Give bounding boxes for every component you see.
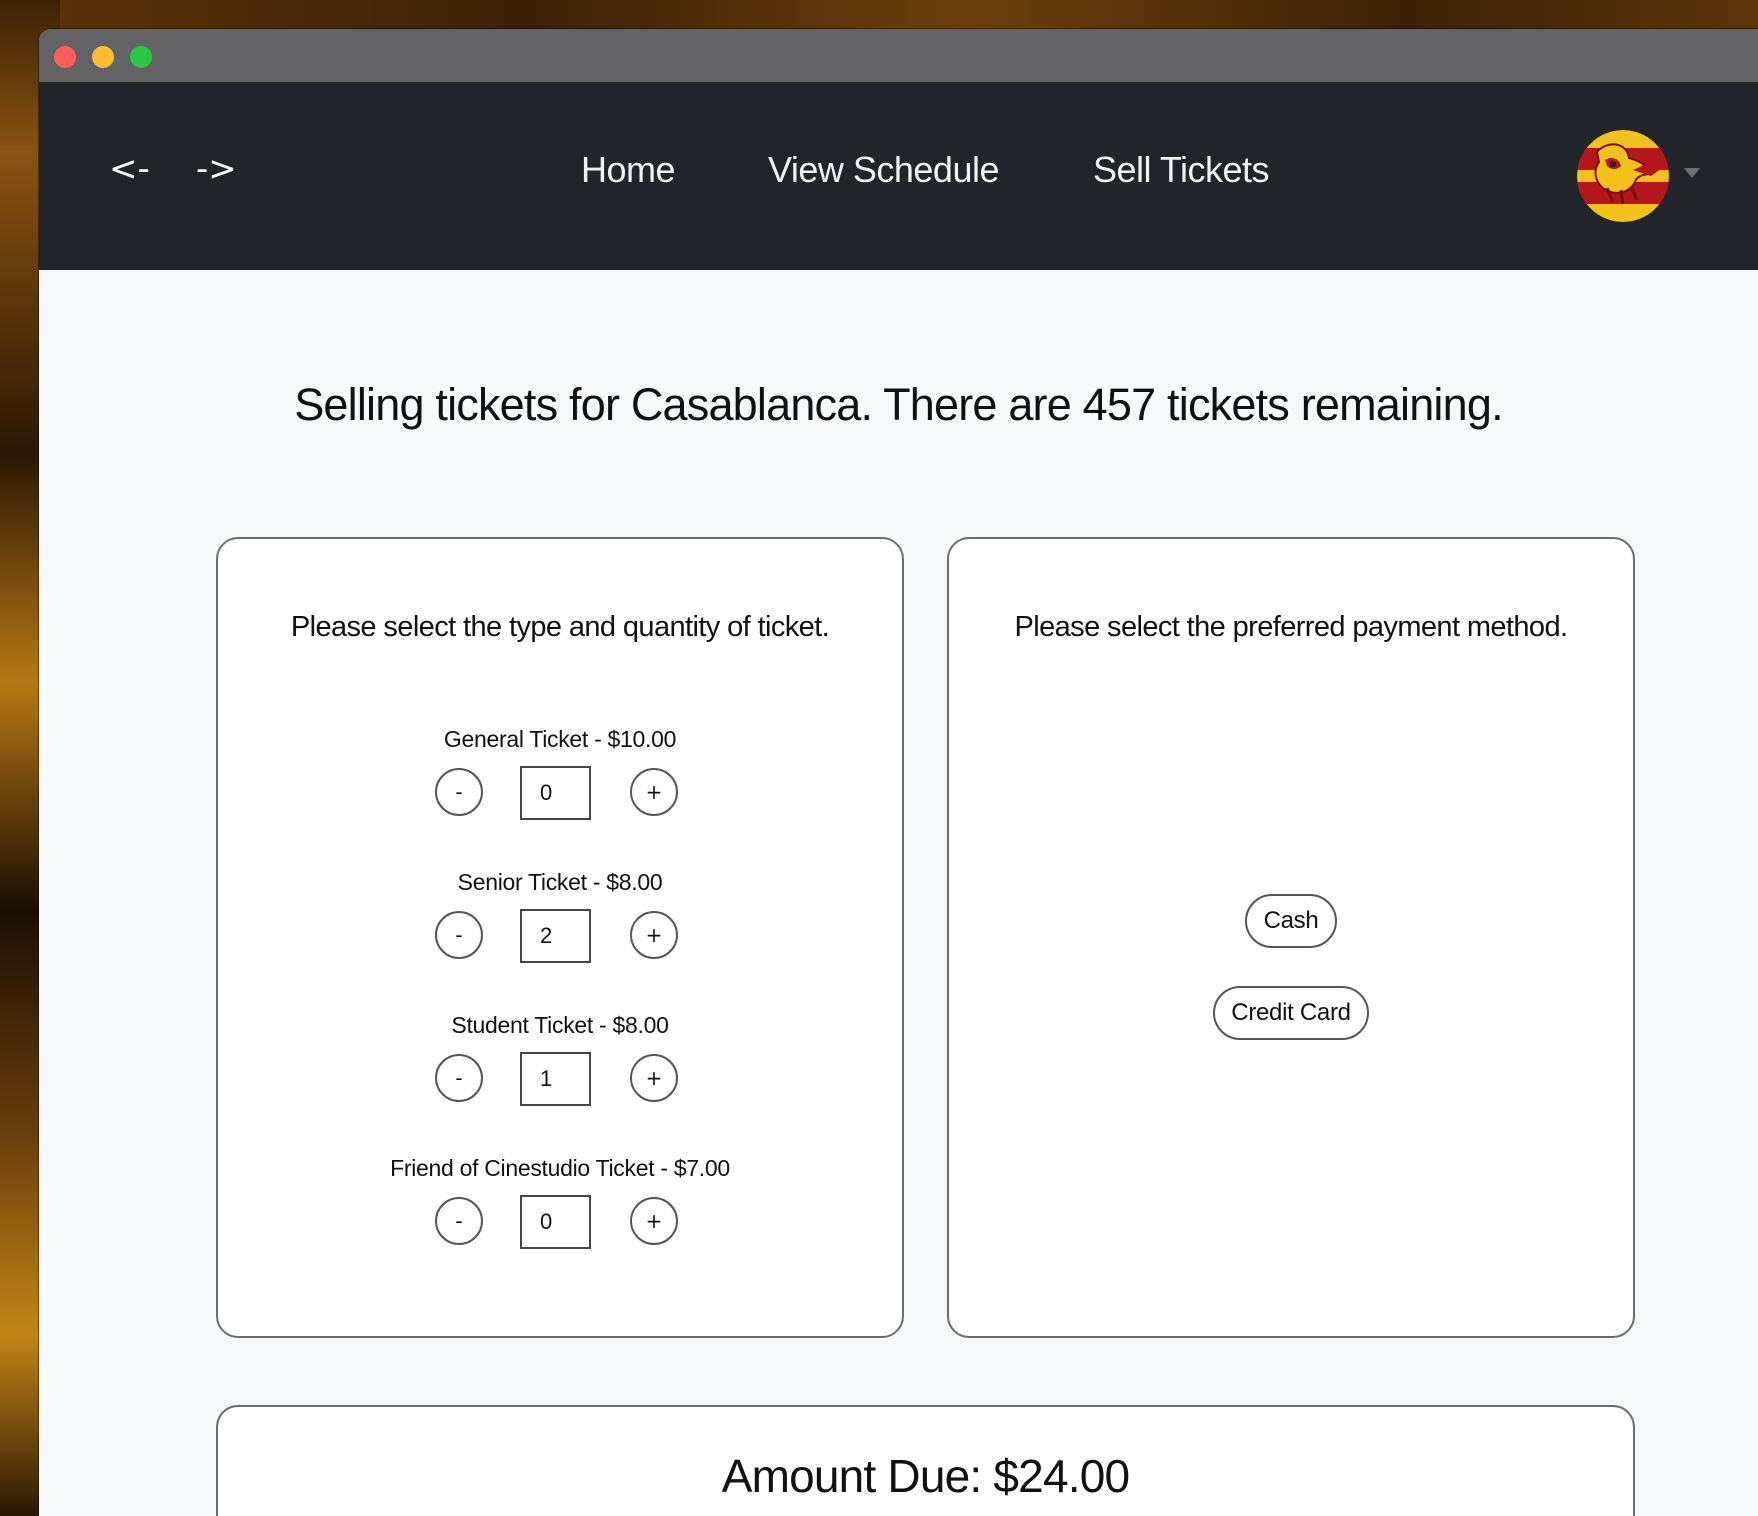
- ticket-selection-panel: Please select the type and quantity of t…: [216, 537, 904, 1338]
- quantity-input[interactable]: [520, 909, 591, 963]
- payment-method-panel: Please select the preferred payment meth…: [947, 537, 1635, 1338]
- crest-avatar-icon[interactable]: [1577, 130, 1669, 222]
- quantity-input[interactable]: [520, 766, 591, 820]
- chevron-down-icon[interactable]: [1684, 168, 1700, 178]
- decrement-button[interactable]: -: [435, 911, 483, 959]
- window-titlebar: [39, 29, 1758, 83]
- amount-due-panel: Amount Due: $24.00: [216, 1405, 1635, 1516]
- decrement-button[interactable]: -: [435, 1197, 483, 1245]
- maximize-window-button[interactable]: [130, 46, 152, 68]
- nav-link-sell-tickets[interactable]: Sell Tickets: [1093, 149, 1270, 191]
- decrement-button[interactable]: -: [435, 768, 483, 816]
- forward-button[interactable]: ->: [196, 149, 237, 189]
- nav-link-view-schedule[interactable]: View Schedule: [768, 149, 1000, 191]
- credit-card-button[interactable]: Credit Card: [1213, 986, 1369, 1040]
- increment-button[interactable]: +: [630, 1197, 678, 1245]
- payment-panel-title: Please select the preferred payment meth…: [1014, 611, 1569, 643]
- ticket-panel-title: Please select the type and quantity of t…: [290, 611, 830, 643]
- back-button[interactable]: <-: [109, 149, 150, 189]
- ticket-label: Senior Ticket - $8.00: [457, 869, 663, 895]
- crest-image: [1577, 130, 1669, 222]
- cash-button[interactable]: Cash: [1245, 894, 1337, 948]
- ticket-row-friend: Friend of Cinestudio Ticket - $7.00 - +: [218, 1155, 902, 1275]
- amount-due-text: Amount Due: $24.00: [721, 1450, 1130, 1502]
- nav-link-home[interactable]: Home: [581, 149, 676, 191]
- ticket-label: General Ticket - $10.00: [443, 726, 677, 752]
- ticket-label: Student Ticket - $8.00: [451, 1012, 669, 1038]
- browser-window: <- -> Home View Schedule Sell Tickets Se…: [39, 29, 1758, 1516]
- increment-button[interactable]: +: [630, 768, 678, 816]
- ticket-row-student: Student Ticket - $8.00 - +: [218, 1012, 902, 1132]
- ticket-label: Friend of Cinestudio Ticket - $7.00: [390, 1155, 730, 1181]
- close-window-button[interactable]: [54, 46, 76, 68]
- top-navbar: <- -> Home View Schedule Sell Tickets: [39, 83, 1758, 270]
- increment-button[interactable]: +: [630, 911, 678, 959]
- quantity-input[interactable]: [520, 1195, 591, 1249]
- ticket-row-general: General Ticket - $10.00 - +: [218, 726, 902, 846]
- page-headline: Selling tickets for Casablanca. There ar…: [294, 379, 1503, 430]
- minimize-window-button[interactable]: [92, 46, 114, 68]
- quantity-input[interactable]: [520, 1052, 591, 1106]
- decrement-button[interactable]: -: [435, 1054, 483, 1102]
- ticket-row-senior: Senior Ticket - $8.00 - +: [218, 869, 902, 989]
- increment-button[interactable]: +: [630, 1054, 678, 1102]
